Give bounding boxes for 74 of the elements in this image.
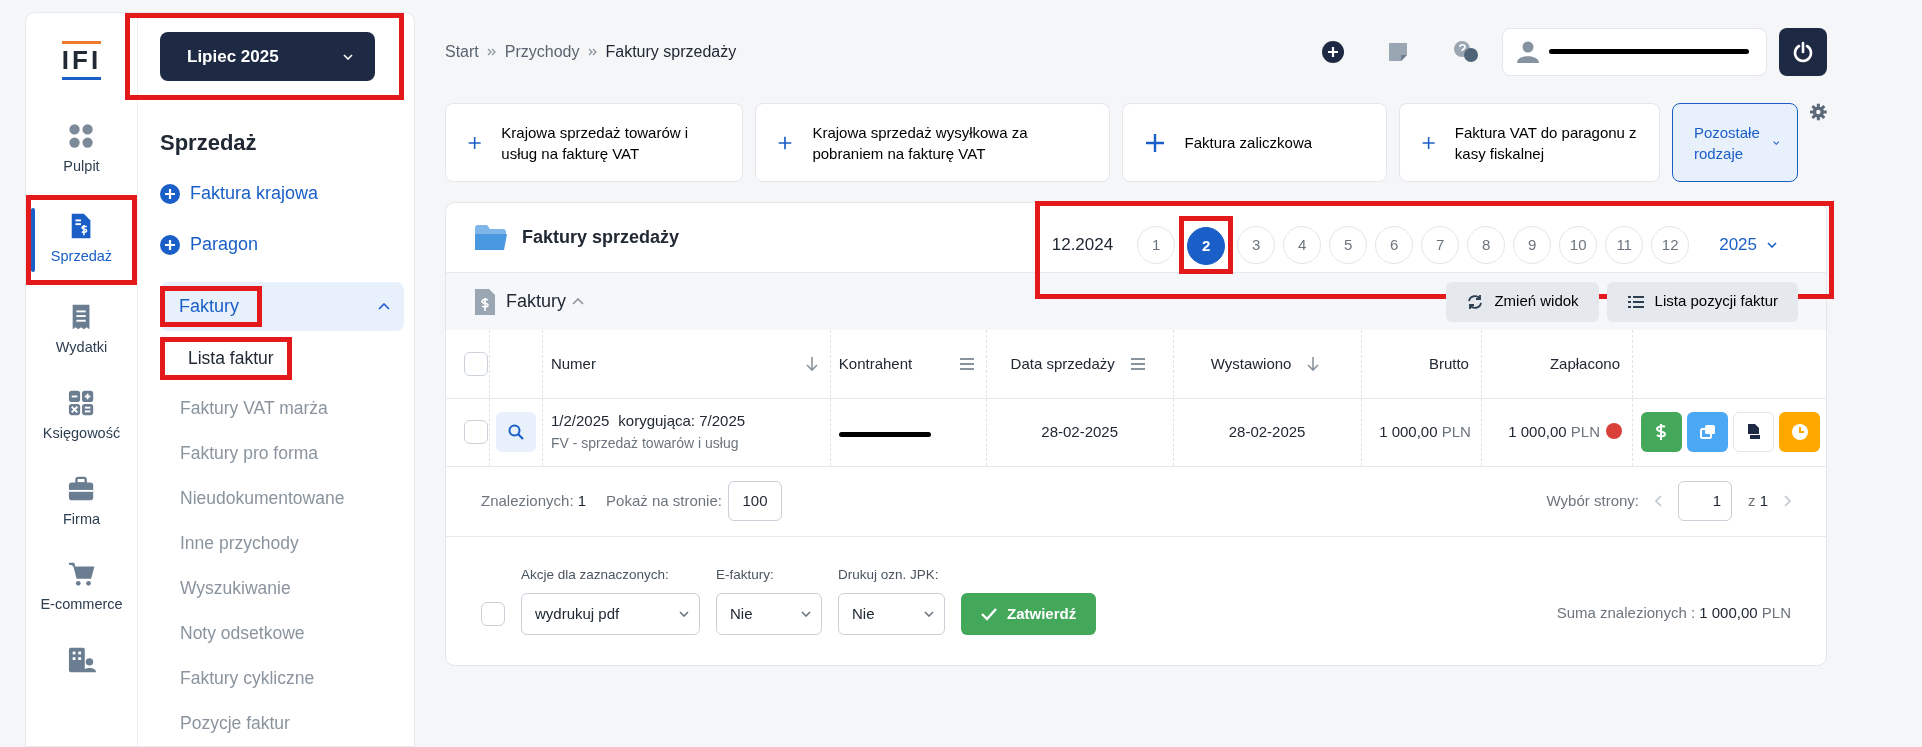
amount: 1 000,00 PLN — [1508, 422, 1600, 440]
select-field[interactable]: Nie — [716, 592, 822, 635]
nav-item[interactable]: Księgowość — [26, 376, 137, 457]
month-button[interactable]: 8 — [1467, 226, 1506, 264]
month-button[interactable]: 3 — [1237, 226, 1276, 264]
toolbar-button[interactable]: Zmień widok — [1446, 281, 1599, 322]
nav-item[interactable]: Sprzedaż — [31, 200, 132, 281]
menu-item[interactable]: Nieudokumentowane — [160, 482, 345, 516]
amount: 1 000,00 PLN — [1379, 422, 1471, 440]
toolbar-button[interactable]: Lista pozycji faktur — [1606, 281, 1798, 322]
create-invoice-button[interactable]: Faktura VAT do paragonu z kasy fiskalnej — [1398, 103, 1660, 182]
table-cell: 28-02-2025 — [1228, 422, 1306, 440]
month-button[interactable]: 9 — [1513, 226, 1552, 264]
month-button[interactable]: 7 — [1421, 226, 1460, 264]
menu-item[interactable]: Faktury cykliczne — [160, 662, 315, 696]
field-label: Pokaż na stronie: — [606, 490, 722, 511]
column-header[interactable]: Kontrahent — [838, 352, 913, 375]
month-button[interactable]: 6 — [1375, 226, 1414, 264]
column-header: Zapłacono — [1549, 353, 1620, 374]
month-button[interactable]: 1 — [1137, 226, 1176, 264]
create-invoice-button[interactable]: Faktura zaliczkowa — [1121, 103, 1387, 182]
month-button[interactable]: 2 — [1187, 227, 1226, 265]
menu-item[interactable]: Faktury pro forma — [160, 437, 319, 471]
select-field[interactable]: Nie — [838, 592, 945, 635]
month-button[interactable]: 4 — [1283, 226, 1322, 264]
column-header: Brutto — [1428, 353, 1469, 374]
correction-reference: korygująca: 7/2025 — [618, 412, 746, 430]
menu-item[interactable]: Pozycje faktur — [160, 707, 290, 741]
month-button[interactable]: 12 — [1651, 226, 1690, 264]
menu-item[interactable]: Lista faktur — [168, 342, 284, 376]
column-header[interactable]: Data sprzedaży — [1010, 352, 1115, 375]
field-label: E-faktury: — [716, 565, 775, 584]
menu-item[interactable]: Noty odsetkowe — [160, 617, 305, 651]
nav-item[interactable]: Wydatki — [26, 291, 137, 371]
select-field[interactable]: wydrukuj pdf — [521, 592, 700, 635]
breadcrumb-item[interactable]: Przychody — [504, 39, 580, 64]
menu-item[interactable]: Wyszukiwanie — [160, 572, 291, 606]
nav-item[interactable]: Firma — [26, 462, 137, 543]
breadcrumb-item[interactable]: Start — [445, 39, 479, 64]
month-button[interactable]: 10 — [1559, 226, 1598, 264]
section-title: Sprzedaż — [160, 130, 258, 157]
results-count: Znalezionych: 1 — [481, 490, 587, 511]
per-page-field[interactable]: 100 — [727, 481, 782, 521]
table-cell: 28-02-2025 — [1041, 422, 1119, 440]
add-link[interactable]: Faktura krajowa — [160, 180, 404, 208]
menu-item[interactable]: Inne przychody — [160, 527, 299, 561]
invoice-number[interactable]: 1/2/2025 — [550, 412, 610, 430]
page-total: z 1 — [1748, 490, 1768, 511]
section-title[interactable]: Faktury — [506, 288, 566, 315]
nav-item[interactable]: Pulpit — [26, 109, 137, 190]
nav-item[interactable]: E-commerce — [26, 548, 137, 629]
card-title: Faktury sprzedaży — [522, 226, 680, 249]
field-label: Akcje dla zaznaczonych: — [521, 565, 670, 584]
page-field[interactable]: 1 — [1678, 481, 1732, 521]
create-invoice-button[interactable]: Krajowa sprzedaż towarów i usług na fakturę VAT — [445, 103, 744, 182]
breadcrumb-item: Faktury sprzedaży — [605, 41, 737, 62]
menu-group-label: Faktury — [178, 295, 240, 319]
menu-group[interactable]: Faktury — [160, 282, 404, 332]
previous-period[interactable]: 12.2024 — [1051, 232, 1114, 258]
field-label: Wybór strony: — [1546, 490, 1639, 511]
menu-item[interactable]: Faktury VAT marża — [160, 392, 328, 426]
field-label: Drukuj ozn. JPK: — [838, 565, 940, 584]
column-header[interactable]: Wystawiono — [1210, 352, 1292, 375]
month-button[interactable]: 5 — [1329, 226, 1368, 264]
month-button[interactable]: 11 — [1605, 226, 1644, 264]
column-header[interactable]: Numer — [550, 352, 596, 375]
period-selector[interactable]: Lipiec 2025 — [160, 32, 375, 81]
more-types-button[interactable]: Pozostałe rodzaje — [1671, 103, 1799, 182]
sum-total: Suma znalezionych : 1 000,00 PLN — [1556, 603, 1791, 624]
logo[interactable]: IFI — [61, 41, 102, 80]
invoice-description: FV - sprzedaż towarów i usług — [550, 433, 740, 453]
create-invoice-button[interactable]: Krajowa sprzedaż wysyłkowa za pobraniem na fakturę VAT — [755, 103, 1110, 182]
year-dropdown[interactable]: 2025 — [1713, 231, 1783, 259]
add-link[interactable]: Paragon — [160, 231, 404, 259]
